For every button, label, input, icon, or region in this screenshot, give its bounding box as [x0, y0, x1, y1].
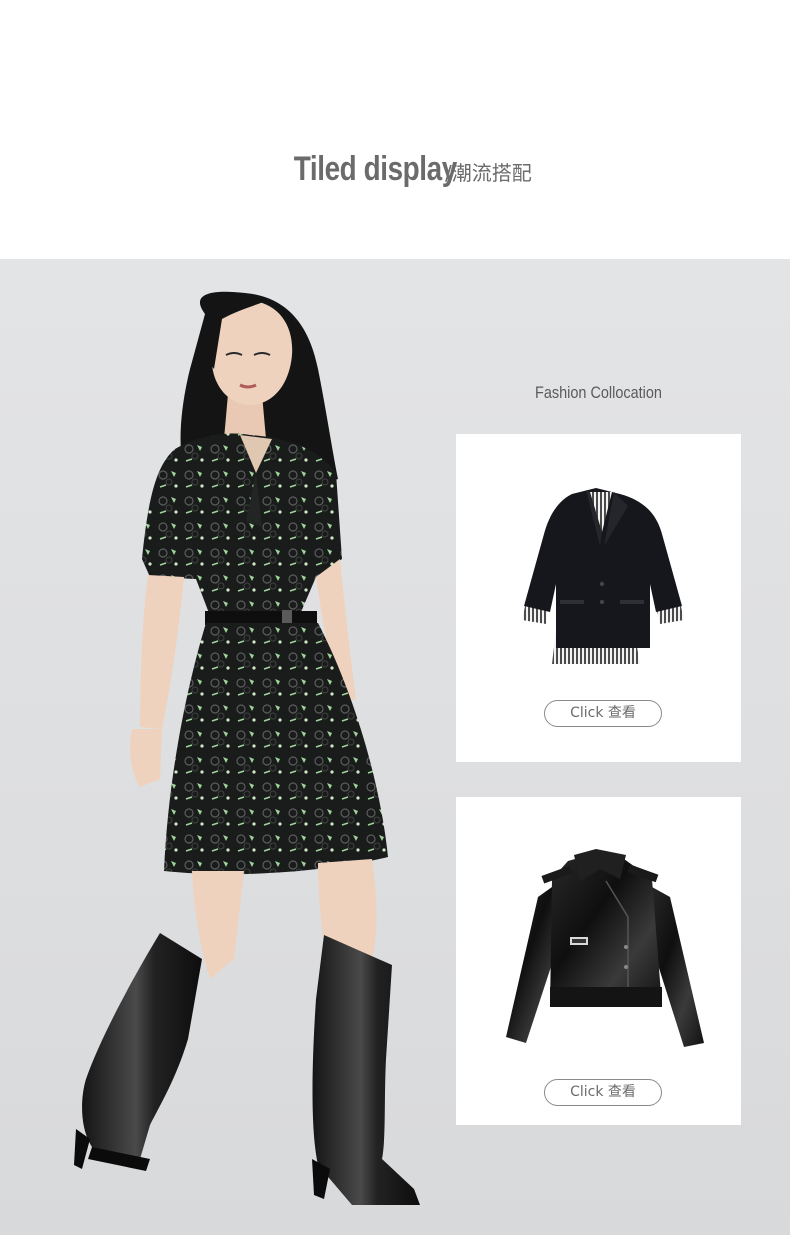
view-blazer-button[interactable]: Click 查看 — [544, 700, 662, 727]
title-english: Tiled display — [293, 150, 458, 188]
model-photo — [74, 291, 420, 1205]
collocation-label: Fashion Collocation — [535, 383, 662, 402]
page-header: Tiled display/潮流搭配 — [0, 0, 790, 259]
outfit-stage: Fashion Collocation Click 查看 Click 查看 — [0, 259, 790, 1235]
product-card-leather-jacket[interactable]: Click 查看 — [456, 797, 741, 1125]
section-title: Tiled display/潮流搭配 — [0, 150, 790, 189]
leather-jacket-image — [506, 849, 704, 1047]
title-chinese: 潮流搭配 — [451, 161, 532, 185]
view-leather-jacket-button[interactable]: Click 查看 — [544, 1079, 662, 1106]
product-card-blazer[interactable]: Click 查看 — [456, 434, 741, 762]
blazer-image — [522, 488, 684, 664]
